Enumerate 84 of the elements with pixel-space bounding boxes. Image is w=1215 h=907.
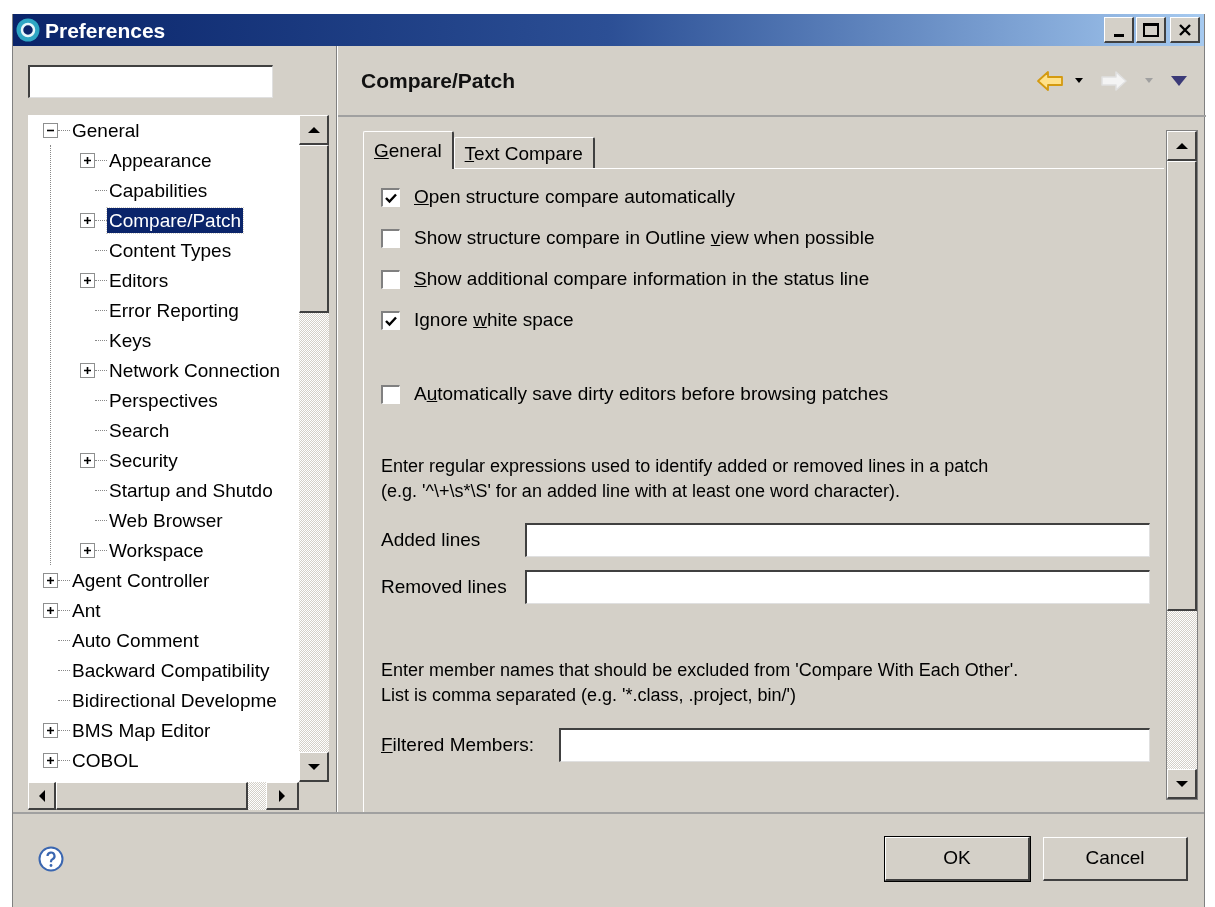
caret-up-icon bbox=[307, 126, 320, 133]
input-field[interactable] bbox=[525, 570, 1150, 604]
tree-item[interactable]: Network Connection bbox=[107, 357, 283, 383]
checkbox-label: Automatically save dirty editors before browsing patches bbox=[414, 382, 889, 407]
scroll-track[interactable] bbox=[248, 782, 266, 810]
check-icon bbox=[385, 192, 397, 204]
tree-item[interactable]: Web Browser bbox=[107, 507, 225, 533]
tree-item[interactable]: Content Types bbox=[107, 237, 234, 263]
tree-item[interactable]: Capabilities bbox=[107, 177, 210, 203]
tree-item[interactable]: Auto Comment bbox=[70, 627, 201, 653]
tree-item[interactable]: Keys bbox=[107, 327, 154, 353]
field-label: Added lines bbox=[381, 527, 482, 552]
help-icon[interactable] bbox=[38, 845, 64, 872]
scroll-button[interactable] bbox=[299, 115, 329, 145]
app-icon bbox=[15, 17, 41, 43]
tree-item[interactable]: Error Reporting bbox=[107, 297, 241, 323]
caret-right-icon bbox=[279, 789, 285, 802]
expand-icon[interactable] bbox=[80, 542, 95, 558]
scroll-button[interactable] bbox=[28, 782, 56, 810]
tree-item[interactable]: Workspace bbox=[107, 537, 206, 563]
field-label: Filtered Members: bbox=[381, 732, 536, 757]
checkbox-label: Show structure compare in Outline view when possible bbox=[414, 226, 875, 251]
tree-item[interactable]: Search bbox=[107, 417, 172, 443]
minimize-button[interactable] bbox=[1104, 17, 1134, 43]
expand-icon[interactable] bbox=[80, 212, 95, 228]
maximize-button[interactable] bbox=[1136, 17, 1166, 43]
scroll-button[interactable] bbox=[266, 782, 299, 810]
expand-icon[interactable] bbox=[43, 602, 58, 618]
checkbox-label: Open structure compare automatically bbox=[414, 185, 736, 210]
tree-item[interactable]: Startup and Shutdo bbox=[107, 477, 275, 503]
expand-icon[interactable] bbox=[80, 362, 95, 378]
caret-left-icon bbox=[38, 789, 45, 802]
expand-icon[interactable] bbox=[80, 152, 95, 168]
tab[interactable]: Text Compare bbox=[453, 137, 595, 168]
checkbox-label: Show additional compare information in the status line bbox=[414, 267, 870, 292]
expand-icon[interactable] bbox=[43, 572, 58, 588]
checkbox[interactable] bbox=[381, 229, 400, 248]
instruction-text: Enter regular expressions used to identify added or removed lines in a patch (e.g. '^\+\s*\S' for an added line with at least one word character). bbox=[381, 455, 990, 503]
checkbox[interactable] bbox=[381, 385, 400, 404]
expand-icon[interactable] bbox=[80, 272, 95, 288]
dropdown-caret-icon[interactable] bbox=[1074, 77, 1084, 84]
tree-item[interactable]: Agent Controller bbox=[70, 567, 212, 593]
expand-icon[interactable] bbox=[43, 722, 58, 738]
filter-field[interactable] bbox=[28, 65, 273, 98]
tree-item[interactable]: Bidirectional Developme bbox=[70, 687, 279, 713]
checkbox[interactable] bbox=[381, 311, 400, 330]
expand-icon[interactable] bbox=[80, 452, 95, 468]
tab[interactable]: General bbox=[363, 131, 454, 169]
close-button[interactable] bbox=[1170, 17, 1200, 43]
scroll-thumb[interactable] bbox=[56, 782, 248, 810]
scroll-button[interactable] bbox=[1167, 769, 1197, 799]
instruction-text: Enter member names that should be excluded from 'Compare With Each Other'. List is comma separated (e.g. '*.class, .project, bin/') bbox=[381, 659, 1020, 707]
view-menu-icon[interactable] bbox=[1170, 74, 1188, 87]
expand-icon[interactable] bbox=[43, 752, 58, 768]
scroll-thumb[interactable] bbox=[299, 145, 329, 313]
dialog-button[interactable]: Cancel bbox=[1043, 836, 1188, 881]
tree-item[interactable]: General bbox=[70, 117, 142, 143]
field-label: Removed lines bbox=[381, 574, 508, 599]
checkbox[interactable] bbox=[381, 270, 400, 289]
tree-item[interactable]: BMS Map Editor bbox=[70, 717, 213, 743]
caret-down-icon bbox=[307, 763, 320, 770]
window-title: Preferences bbox=[45, 19, 166, 41]
page-title: Compare/Patch bbox=[361, 67, 516, 94]
tree-item[interactable]: Ant bbox=[70, 597, 103, 623]
tree-item[interactable]: Editors bbox=[107, 267, 171, 293]
close-icon bbox=[1177, 22, 1192, 37]
caret-down-icon bbox=[1175, 780, 1188, 787]
tree-item[interactable]: Security bbox=[107, 447, 180, 473]
tree-item[interactable]: Backward Compatibility bbox=[70, 657, 272, 683]
input-field[interactable] bbox=[559, 728, 1150, 762]
caret-up-icon bbox=[1175, 142, 1188, 149]
collapse-icon[interactable] bbox=[43, 122, 58, 138]
check-icon bbox=[385, 315, 397, 327]
tree-item[interactable]: COBOL bbox=[70, 747, 141, 773]
checkbox[interactable] bbox=[381, 188, 400, 207]
scroll-button[interactable] bbox=[299, 752, 329, 782]
dialog-button[interactable]: OK bbox=[885, 836, 1030, 881]
tree-item[interactable]: Perspectives bbox=[107, 387, 220, 413]
input-field[interactable] bbox=[525, 523, 1150, 557]
tree-item[interactable]: Appearance bbox=[107, 147, 214, 173]
scroll-thumb[interactable] bbox=[1167, 161, 1197, 611]
scroll-button[interactable] bbox=[1167, 131, 1197, 161]
checkbox-label: Ignore white space bbox=[414, 308, 574, 333]
tree-item[interactable]: Compare/Patch bbox=[107, 207, 243, 233]
